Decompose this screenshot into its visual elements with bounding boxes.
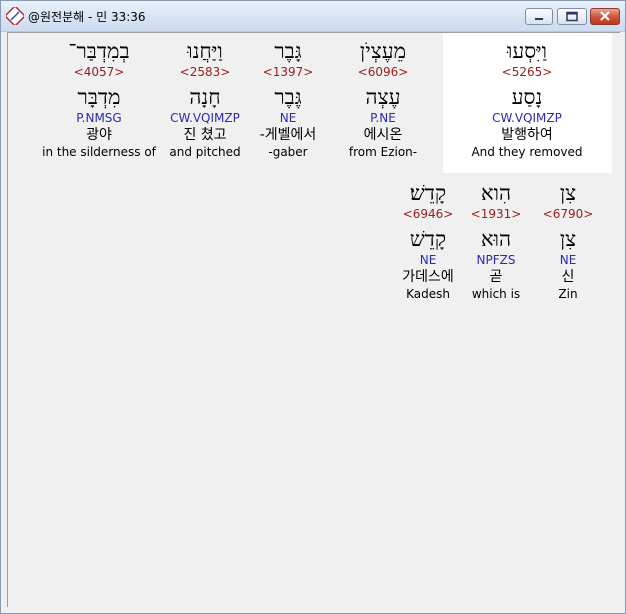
strong-number[interactable]: <5265> bbox=[467, 64, 587, 80]
app-window: @원전분해 - 민 33:36 וַיִּסְעוּ <5265> נָסַע … bbox=[0, 0, 626, 614]
morphology: CW.VQIMZP bbox=[492, 111, 562, 125]
close-icon bbox=[600, 11, 610, 21]
lemma: קָדֵשׁ bbox=[409, 227, 447, 251]
word-cell-8[interactable]: קָדֵשׁ׃ <6946> קָדֵשׁ NE 가데스에 Kadesh bbox=[368, 180, 488, 302]
strong-number[interactable]: <2583> bbox=[145, 64, 265, 80]
lemma: מִדְבָּר bbox=[77, 85, 121, 109]
hebrew-word: בְמִדְבַּר־ bbox=[68, 39, 130, 63]
title-bar[interactable]: @원전분해 - 민 33:36 bbox=[1, 1, 625, 32]
word-cell-1[interactable]: וַיִּסְעוּ <5265> נָסַע CW.VQIMZP 발행하여 A… bbox=[467, 38, 587, 160]
hebrew-word: קָדֵשׁ׃ bbox=[409, 181, 447, 205]
english-gloss: in the silderness of bbox=[42, 145, 156, 159]
morphology: CW.VQIMZP bbox=[170, 111, 240, 125]
word-cell-5[interactable]: בְמִדְבַּר־ <4057> מִדְבָּר P.NMSG 광야 in… bbox=[39, 38, 159, 160]
korean-gloss: 발행하여 bbox=[501, 127, 553, 143]
strong-number[interactable]: <4057> bbox=[39, 64, 159, 80]
lemma: נָסַע bbox=[511, 85, 543, 109]
word-cell-4[interactable]: וַיַּחֲנוּ <2583> חָנָה CW.VQIMZP 진 쳤고 a… bbox=[145, 38, 265, 160]
close-button[interactable] bbox=[590, 8, 620, 25]
hebrew-word: וַיִּסְעוּ bbox=[506, 39, 548, 63]
maximize-button[interactable] bbox=[557, 8, 587, 25]
window-title: @원전분해 - 민 33:36 bbox=[28, 10, 146, 24]
english-gloss: Kadesh bbox=[406, 287, 450, 301]
maximize-icon bbox=[566, 11, 578, 22]
minimize-icon bbox=[535, 18, 543, 20]
english-gloss: And they removed bbox=[471, 145, 583, 159]
morphology: NE bbox=[419, 253, 437, 267]
korean-gloss: 가데스에 bbox=[402, 269, 454, 285]
strong-number[interactable]: <6946> bbox=[368, 206, 488, 222]
korean-gloss: 광야 bbox=[86, 127, 112, 143]
app-icon bbox=[6, 7, 24, 25]
interlinear-panel: וַיִּסְעוּ <5265> נָסַע CW.VQIMZP 발행하여 A… bbox=[7, 32, 620, 607]
morphology: P.NMSG bbox=[76, 111, 122, 125]
hebrew-word: וַיַּחֲנוּ bbox=[187, 39, 223, 63]
english-gloss: and pitched bbox=[169, 145, 241, 159]
korean-gloss: 진 쳤고 bbox=[183, 127, 227, 143]
lemma: חָנָה bbox=[189, 85, 221, 109]
minimize-button[interactable] bbox=[525, 8, 553, 25]
